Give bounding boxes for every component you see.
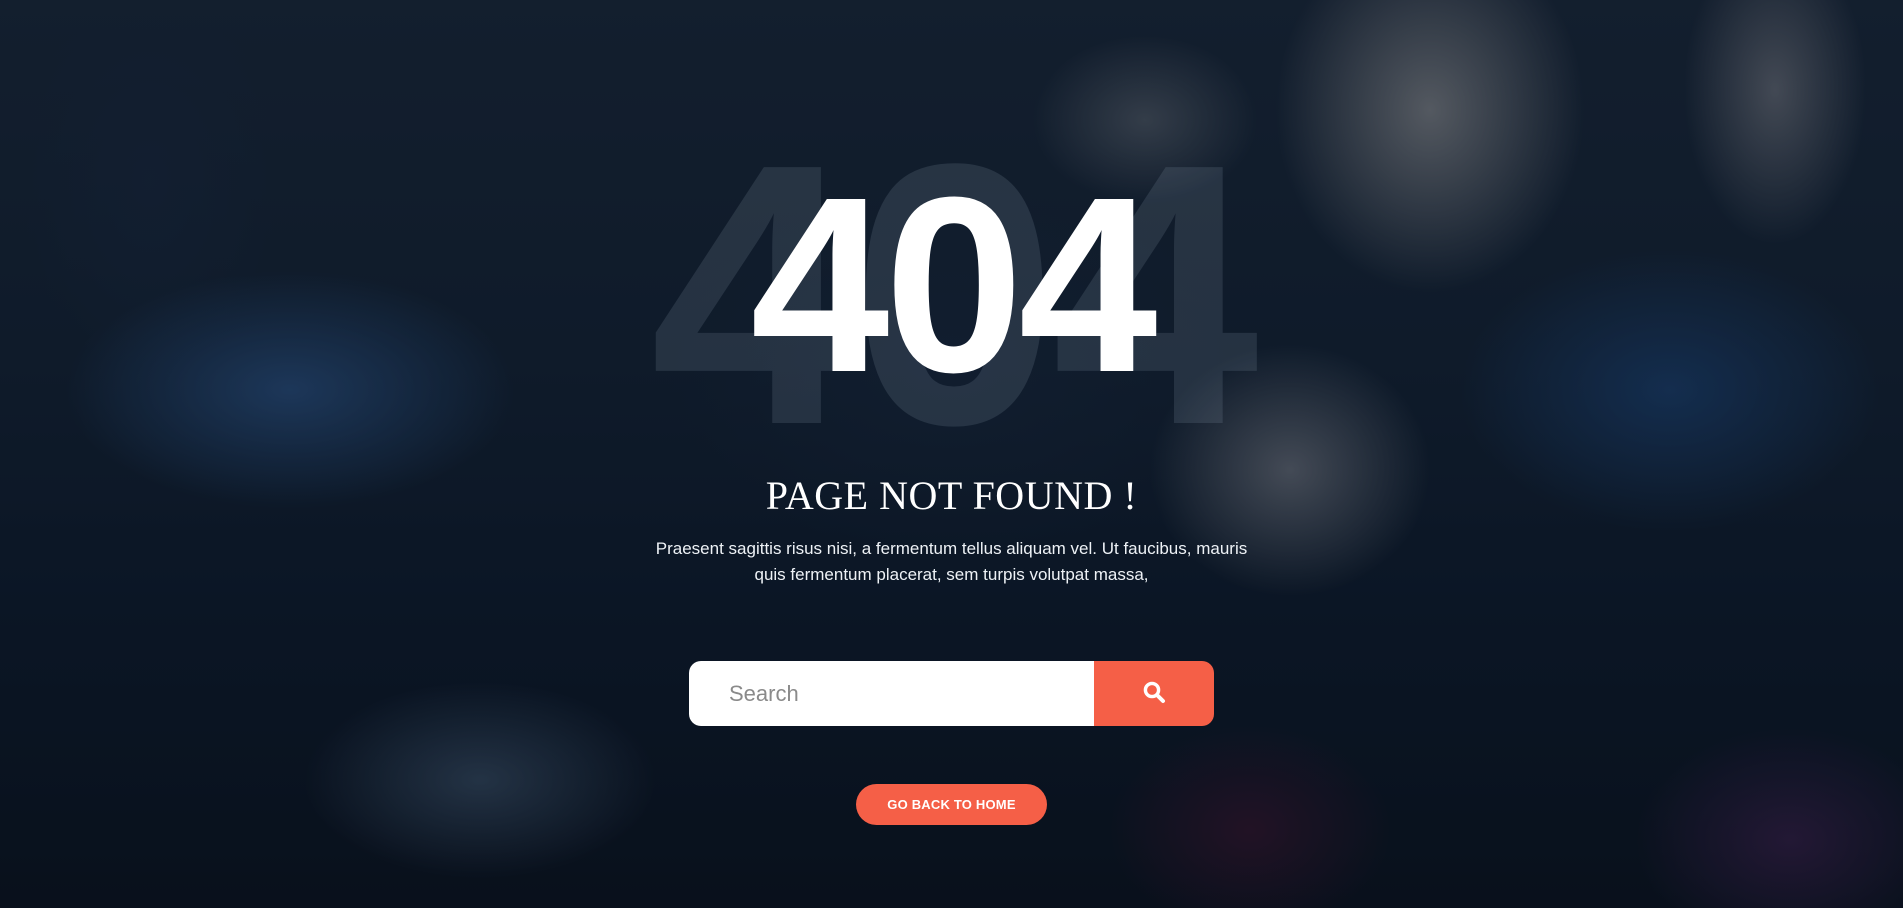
- page-title: PAGE NOT FOUND !: [765, 473, 1138, 518]
- search-form: [689, 661, 1214, 726]
- error-page: 404 404 PAGE NOT FOUND ! Praesent sagitt…: [0, 0, 1903, 908]
- error-description: Praesent sagittis risus nisi, a fermentu…: [655, 539, 1248, 584]
- search-icon: [1142, 680, 1166, 707]
- search-button[interactable]: [1094, 661, 1214, 726]
- error-code: 404: [750, 145, 1157, 424]
- go-back-home-button[interactable]: GO BACK TO HOME: [856, 784, 1047, 825]
- search-input[interactable]: [689, 661, 1094, 726]
